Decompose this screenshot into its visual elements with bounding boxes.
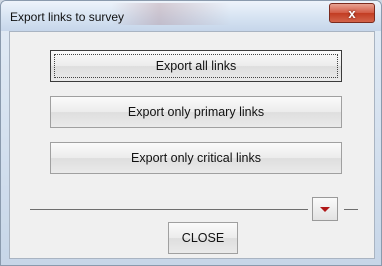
separator-line-left bbox=[30, 209, 308, 210]
dialog-body: Export all links Export only primary lin… bbox=[9, 31, 375, 259]
export-all-links-button[interactable]: Export all links bbox=[50, 50, 342, 82]
title-bar[interactable]: Export links to survey x bbox=[1, 1, 381, 31]
dropdown-button[interactable] bbox=[312, 197, 338, 221]
export-primary-links-button[interactable]: Export only primary links bbox=[50, 96, 342, 128]
chevron-down-icon bbox=[320, 206, 330, 212]
window-close-button[interactable]: x bbox=[329, 3, 375, 23]
window-title: Export links to survey bbox=[10, 10, 125, 24]
close-button[interactable]: CLOSE bbox=[168, 222, 238, 254]
close-icon: x bbox=[348, 5, 356, 21]
dialog-window: Export links to survey x Export all link… bbox=[0, 0, 382, 266]
separator-line-right bbox=[344, 209, 358, 210]
title-bar-background bbox=[111, 3, 231, 25]
export-critical-links-button[interactable]: Export only critical links bbox=[50, 142, 342, 174]
